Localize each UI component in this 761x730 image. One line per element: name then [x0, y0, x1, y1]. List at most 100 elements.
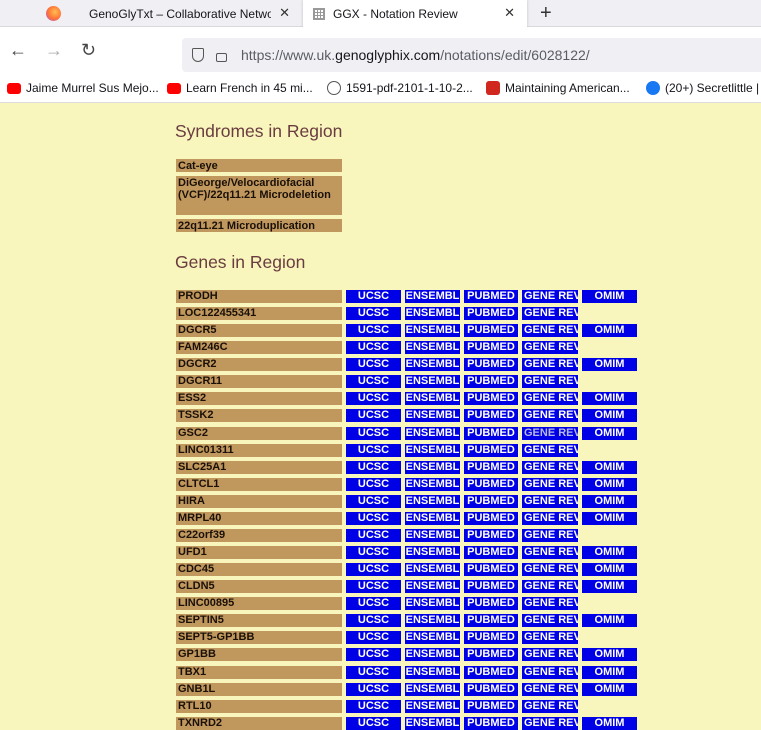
ensembl-link[interactable]: ENSEMBL	[405, 546, 460, 559]
gene-reviews-link[interactable]: GENE REV	[522, 529, 578, 542]
ensembl-link[interactable]: ENSEMBL	[405, 375, 460, 388]
ensembl-link[interactable]: ENSEMBL	[405, 717, 460, 730]
gene-reviews-link[interactable]: GENE REV	[522, 358, 578, 371]
lock-icon[interactable]	[216, 52, 227, 62]
gene-reviews-link[interactable]: GENE REV	[522, 631, 578, 644]
ucsc-link[interactable]: UCSC	[346, 409, 401, 422]
omim-link[interactable]: OMIM	[582, 324, 637, 337]
close-tab-icon[interactable]: ✕	[279, 5, 290, 21]
ucsc-link[interactable]: UCSC	[346, 392, 401, 405]
url-text[interactable]: https://www.uk.genoglyphix.com/notations…	[241, 47, 590, 63]
tab-ggx-notation-review[interactable]: GGX - Notation Review ✕	[303, 0, 527, 27]
pubmed-link[interactable]: PUBMED	[464, 307, 518, 320]
gene-reviews-link[interactable]: GENE REV	[522, 666, 578, 679]
ensembl-link[interactable]: ENSEMBL	[405, 512, 460, 525]
tab-genoglytxt[interactable]: GenoGlyTxt – Collaborative Network ✕	[78, 0, 300, 27]
ensembl-link[interactable]: ENSEMBL	[405, 700, 460, 713]
pubmed-link[interactable]: PUBMED	[464, 427, 518, 440]
bookmark-item[interactable]: Jaime Murrel Sus Mejo...	[7, 81, 159, 95]
ensembl-link[interactable]: ENSEMBL	[405, 307, 460, 320]
ucsc-link[interactable]: UCSC	[346, 512, 401, 525]
ucsc-link[interactable]: UCSC	[346, 700, 401, 713]
reload-icon[interactable]: ↻	[81, 41, 96, 59]
omim-link[interactable]: OMIM	[582, 683, 637, 696]
ucsc-link[interactable]: UCSC	[346, 478, 401, 491]
gene-reviews-link[interactable]: GENE REV	[522, 580, 578, 593]
gene-reviews-link[interactable]: GENE REV	[522, 341, 578, 354]
omim-link[interactable]: OMIM	[582, 358, 637, 371]
pubmed-link[interactable]: PUBMED	[464, 614, 518, 627]
pubmed-link[interactable]: PUBMED	[464, 648, 518, 661]
ucsc-link[interactable]: UCSC	[346, 290, 401, 303]
ensembl-link[interactable]: ENSEMBL	[405, 631, 460, 644]
ensembl-link[interactable]: ENSEMBL	[405, 358, 460, 371]
ensembl-link[interactable]: ENSEMBL	[405, 427, 460, 440]
ensembl-link[interactable]: ENSEMBL	[405, 666, 460, 679]
ucsc-link[interactable]: UCSC	[346, 631, 401, 644]
ucsc-link[interactable]: UCSC	[346, 341, 401, 354]
pubmed-link[interactable]: PUBMED	[464, 495, 518, 508]
pubmed-link[interactable]: PUBMED	[464, 631, 518, 644]
ensembl-link[interactable]: ENSEMBL	[405, 683, 460, 696]
omim-link[interactable]: OMIM	[582, 290, 637, 303]
omim-link[interactable]: OMIM	[582, 648, 637, 661]
gene-reviews-link[interactable]: GENE REV	[522, 427, 578, 440]
pubmed-link[interactable]: PUBMED	[464, 683, 518, 696]
gene-reviews-link[interactable]: GENE REV	[522, 392, 578, 405]
gene-reviews-link[interactable]: GENE REV	[522, 307, 578, 320]
bookmark-item[interactable]: 1591-pdf-2101-1-10-2...	[327, 81, 473, 95]
gene-reviews-link[interactable]: GENE REV	[522, 648, 578, 661]
ensembl-link[interactable]: ENSEMBL	[405, 290, 460, 303]
omim-link[interactable]: OMIM	[582, 512, 637, 525]
omim-link[interactable]: OMIM	[582, 717, 637, 730]
ensembl-link[interactable]: ENSEMBL	[405, 529, 460, 542]
ucsc-link[interactable]: UCSC	[346, 444, 401, 457]
pubmed-link[interactable]: PUBMED	[464, 512, 518, 525]
gene-reviews-link[interactable]: GENE REV	[522, 444, 578, 457]
gene-reviews-link[interactable]: GENE REV	[522, 375, 578, 388]
forward-arrow-icon[interactable]: →	[45, 41, 63, 59]
ensembl-link[interactable]: ENSEMBL	[405, 478, 460, 491]
pubmed-link[interactable]: PUBMED	[464, 563, 518, 576]
gene-reviews-link[interactable]: GENE REV	[522, 597, 578, 610]
ensembl-link[interactable]: ENSEMBL	[405, 324, 460, 337]
ensembl-link[interactable]: ENSEMBL	[405, 614, 460, 627]
pubmed-link[interactable]: PUBMED	[464, 529, 518, 542]
gene-reviews-link[interactable]: GENE REV	[522, 324, 578, 337]
ucsc-link[interactable]: UCSC	[346, 307, 401, 320]
bookmark-item[interactable]: Maintaining American...	[486, 81, 630, 95]
pubmed-link[interactable]: PUBMED	[464, 478, 518, 491]
close-tab-icon[interactable]: ✕	[504, 5, 515, 21]
ensembl-link[interactable]: ENSEMBL	[405, 461, 460, 474]
omim-link[interactable]: OMIM	[582, 495, 637, 508]
omim-link[interactable]: OMIM	[582, 478, 637, 491]
ucsc-link[interactable]: UCSC	[346, 529, 401, 542]
ensembl-link[interactable]: ENSEMBL	[405, 580, 460, 593]
pubmed-link[interactable]: PUBMED	[464, 666, 518, 679]
shield-icon[interactable]	[192, 48, 204, 62]
ensembl-link[interactable]: ENSEMBL	[405, 597, 460, 610]
url-bar[interactable]: https://www.uk.genoglyphix.com/notations…	[182, 38, 761, 72]
gene-reviews-link[interactable]: GENE REV	[522, 495, 578, 508]
ensembl-link[interactable]: ENSEMBL	[405, 495, 460, 508]
omim-link[interactable]: OMIM	[582, 546, 637, 559]
gene-reviews-link[interactable]: GENE REV	[522, 563, 578, 576]
pubmed-link[interactable]: PUBMED	[464, 717, 518, 730]
omim-link[interactable]: OMIM	[582, 409, 637, 422]
pubmed-link[interactable]: PUBMED	[464, 375, 518, 388]
pubmed-link[interactable]: PUBMED	[464, 409, 518, 422]
bookmark-item[interactable]: (20+) Secretlittle |	[646, 81, 759, 95]
gene-reviews-link[interactable]: GENE REV	[522, 683, 578, 696]
ucsc-link[interactable]: UCSC	[346, 461, 401, 474]
ucsc-link[interactable]: UCSC	[346, 324, 401, 337]
ucsc-link[interactable]: UCSC	[346, 666, 401, 679]
ensembl-link[interactable]: ENSEMBL	[405, 648, 460, 661]
gene-reviews-link[interactable]: GENE REV	[522, 461, 578, 474]
pubmed-link[interactable]: PUBMED	[464, 700, 518, 713]
gene-reviews-link[interactable]: GENE REV	[522, 546, 578, 559]
ucsc-link[interactable]: UCSC	[346, 683, 401, 696]
omim-link[interactable]: OMIM	[582, 461, 637, 474]
new-tab-icon[interactable]: +	[540, 2, 552, 25]
pubmed-link[interactable]: PUBMED	[464, 392, 518, 405]
ucsc-link[interactable]: UCSC	[346, 597, 401, 610]
